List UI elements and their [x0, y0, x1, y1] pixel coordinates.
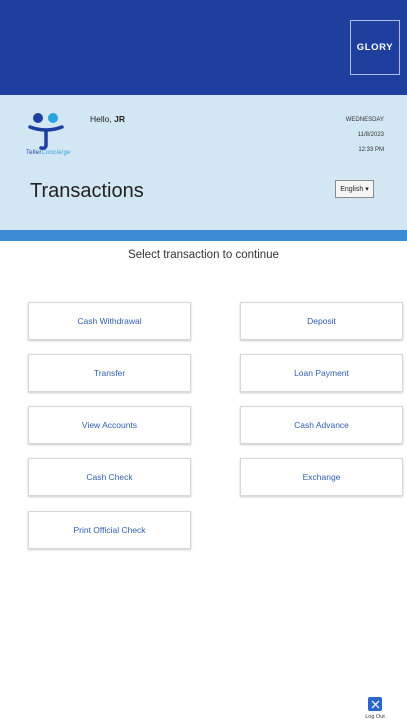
transfer-button[interactable]: Transfer [28, 354, 191, 392]
top-banner: GLORY [0, 0, 407, 95]
exchange-button[interactable]: Exchange [240, 458, 403, 496]
language-select[interactable]: English ▾ [335, 180, 374, 198]
teller-concierge-logo-icon [28, 113, 64, 150]
instruction-text: Select transaction to continue [128, 249, 279, 261]
logout-button[interactable]: Log Out [363, 697, 387, 720]
cash-withdrawal-button[interactable]: Cash Withdrawal [28, 302, 191, 340]
brand-name: GLORY [356, 42, 394, 53]
greeting: Hello, JR [90, 114, 125, 124]
deposit-button[interactable]: Deposit [240, 302, 403, 340]
glory-logo: GLORY [350, 20, 400, 75]
cash-check-button[interactable]: Cash Check [28, 458, 191, 496]
accent-stripe [0, 230, 407, 241]
page-title: Transactions [30, 180, 144, 202]
view-accounts-button[interactable]: View Accounts [28, 406, 191, 444]
close-icon[interactable] [368, 697, 382, 711]
logout-label: Log Out [365, 714, 385, 720]
greeting-prefix: Hello, [90, 114, 115, 124]
time: 12:33 PM [358, 147, 384, 153]
print-official-check-button[interactable]: Print Official Check [28, 511, 191, 549]
language-label: English [340, 185, 364, 193]
weekday: WEDNESDAY [345, 117, 384, 123]
chevron-down-icon: ▾ [365, 186, 369, 193]
cash-advance-button[interactable]: Cash Advance [240, 406, 403, 444]
user-name: JR [114, 114, 125, 124]
date-time-block: WEDNESDAY 11/8/2023 12:33 PM [346, 113, 384, 158]
logo-text: TellerConcierge [26, 150, 71, 156]
date: 11/8/2023 [357, 132, 384, 138]
loan-payment-button[interactable]: Loan Payment [240, 354, 403, 392]
